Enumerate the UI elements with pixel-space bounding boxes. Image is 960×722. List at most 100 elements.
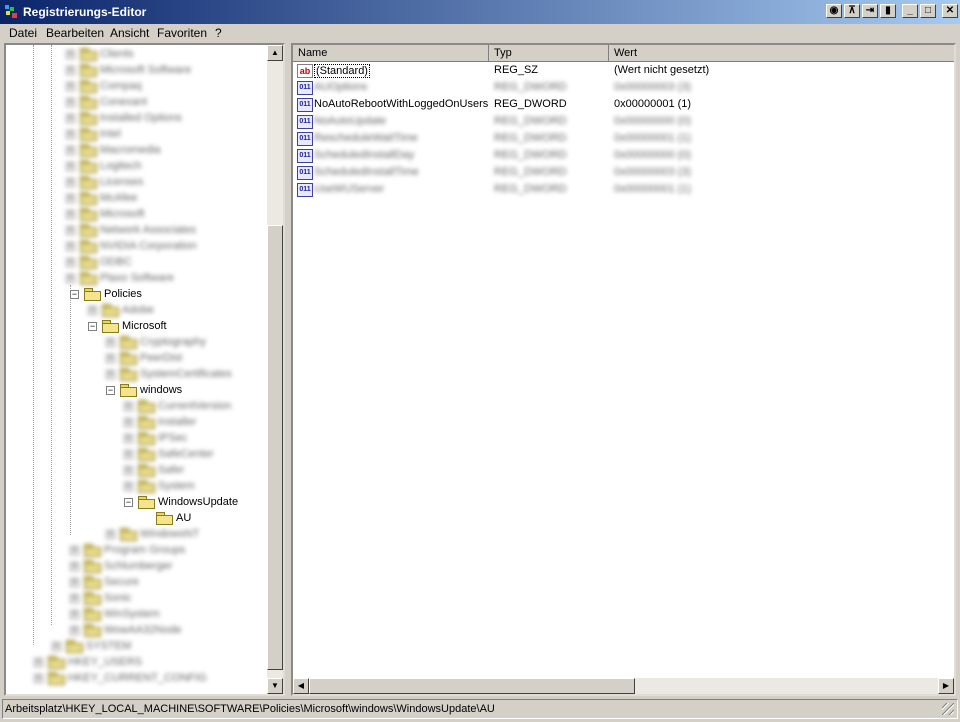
tree-item[interactable]: + Licenses — [66, 174, 143, 190]
tree-item[interactable]: + Macromedia — [66, 142, 161, 158]
menu-ansicht[interactable]: Ansicht — [110, 26, 149, 40]
scroll-down-icon[interactable]: ▼ — [267, 678, 283, 694]
resize-grip-icon[interactable] — [942, 703, 954, 715]
scroll-left-icon[interactable]: ◀ — [293, 678, 309, 694]
tree-item[interactable]: + SafeCenter — [124, 446, 214, 462]
tree-item[interactable]: + Microsoft — [66, 206, 145, 222]
tree-item[interactable]: + Sonic — [70, 590, 132, 606]
tree-item[interactable]: + Program Groups — [70, 542, 185, 558]
tree-item[interactable]: + SystemCertificates — [106, 366, 232, 382]
folder-icon — [48, 656, 65, 669]
minimize-button[interactable]: _ — [902, 4, 918, 18]
column-header-value[interactable]: Wert — [609, 45, 954, 62]
tree-item[interactable]: + PeerDist — [106, 350, 182, 366]
menu-help[interactable]: ? — [215, 26, 222, 40]
tree-item[interactable]: + Network Associates — [66, 222, 196, 238]
tree-item[interactable]: + Schlumberger — [70, 558, 172, 574]
tree-item[interactable]: + ODBC — [66, 254, 132, 270]
tree-item[interactable]: + NVIDIA Corporation — [66, 238, 197, 254]
folder-icon — [80, 64, 97, 77]
tree-item[interactable]: + Plaxo Software — [66, 270, 174, 286]
scroll-thumb[interactable] — [309, 678, 635, 694]
tree-item[interactable]: + Logitech — [66, 158, 142, 174]
tree-item-microsoft[interactable]: − Microsoft — [88, 318, 167, 334]
registry-editor-icon — [5, 5, 17, 18]
tree-item[interactable]: + Installed Options — [66, 110, 182, 126]
folder-icon — [80, 240, 97, 253]
collapse-icon[interactable]: − — [124, 497, 133, 507]
folder-icon — [138, 464, 155, 477]
list-row[interactable]: 011 NoAutoUpdate REG_DWORD 0x00000000 (0… — [293, 114, 953, 131]
maximize-button[interactable]: □ — [920, 4, 936, 18]
dword-value-icon: 011 — [297, 115, 313, 129]
tree-item[interactable]: + WindowsNT — [106, 526, 199, 542]
shell-extension-icon[interactable]: ◉ — [826, 4, 842, 18]
window-title: Registrierungs-Editor — [23, 5, 147, 19]
column-header-type[interactable]: Typ — [489, 45, 609, 62]
menu-bearbeiten[interactable]: Bearbeiten — [46, 26, 104, 40]
scroll-right-icon[interactable]: ▶ — [938, 678, 954, 694]
pin-icon[interactable]: ⇥ — [862, 4, 878, 18]
list-row[interactable]: 011 ScheduledInstallDay REG_DWORD 0x0000… — [293, 148, 953, 165]
folder-icon — [80, 272, 97, 285]
list-row[interactable]: ab (Standard) REG_SZ (Wert nicht gesetzt… — [293, 63, 953, 80]
tree-item[interactable]: + WowAA32Node — [70, 622, 181, 638]
list-row[interactable]: 011 UseWUServer REG_DWORD 0x00000001 (1) — [293, 182, 953, 199]
folder-icon — [80, 224, 97, 237]
folder-open-icon — [120, 384, 137, 397]
tree-item[interactable]: + Installer — [124, 414, 197, 430]
column-header-name[interactable]: Name — [293, 45, 489, 62]
folder-icon — [120, 336, 137, 349]
tree-item[interactable]: + System — [124, 478, 195, 494]
folder-icon — [84, 544, 101, 557]
tree-item[interactable]: + Secure — [70, 574, 139, 590]
tree-item[interactable]: + HKEY_CURRENT_CONFIG — [34, 670, 207, 686]
tree-item[interactable]: + WinSystem — [70, 606, 160, 622]
tree-item[interactable]: + IPSec — [124, 430, 187, 446]
list-row[interactable]: 011 AUOptions REG_DWORD 0x00000003 (3) — [293, 80, 953, 97]
tree-item[interactable]: + CurrentVersion — [124, 398, 231, 414]
tree-item[interactable]: + SYSTEM — [52, 638, 131, 654]
collapse-icon[interactable]: − — [88, 321, 97, 331]
scroll-thumb[interactable] — [267, 225, 283, 670]
list-row[interactable]: 011 ScheduledInstallTime REG_DWORD 0x000… — [293, 165, 953, 182]
close-button[interactable]: ✕ — [942, 4, 958, 18]
list-row[interactable]: 011 NoAutoRebootWithLoggedOnUsers REG_DW… — [293, 97, 953, 114]
tree-item[interactable]: + Compaq — [66, 78, 142, 94]
values-list[interactable]: Name Typ Wert ab (Standard) REG_SZ (Wert… — [291, 43, 956, 696]
tree-item[interactable]: + HKEY_USERS — [34, 654, 142, 670]
folder-icon — [138, 416, 155, 429]
tray-icon[interactable]: ▮ — [880, 4, 896, 18]
status-path: Arbeitsplatz\HKEY_LOCAL_MACHINE\SOFTWARE… — [5, 703, 495, 715]
string-value-icon: ab — [297, 64, 313, 78]
menu-favoriten[interactable]: Favoriten — [157, 26, 207, 40]
tree-item-windowsupdate[interactable]: − WindowsUpdate — [124, 494, 238, 510]
tree-item[interactable]: + Microsoft Software — [66, 62, 191, 78]
folder-icon — [80, 160, 97, 173]
folder-icon — [80, 192, 97, 205]
tree-item[interactable]: + Conexant — [66, 94, 147, 110]
tree-item-policies[interactable]: − Policies — [70, 286, 142, 302]
tree-vertical-scrollbar[interactable]: ▲ ▼ — [267, 45, 283, 694]
menu-datei[interactable]: Datei — [9, 26, 37, 40]
folder-icon — [102, 304, 119, 317]
list-horizontal-scrollbar[interactable]: ◀ ▶ — [293, 678, 954, 694]
collapse-icon[interactable]: − — [106, 385, 115, 395]
tree-item[interactable]: + Intel — [66, 126, 121, 142]
title-bar: Registrierungs-Editor ◉ ⊼ ⇥ ▮ _ □ ✕ — [0, 0, 960, 24]
folder-open-icon — [156, 512, 173, 525]
collapse-icon[interactable]: − — [70, 289, 79, 299]
tree-item[interactable]: + Clients — [66, 46, 134, 62]
tree-item[interactable]: + Safer — [124, 462, 184, 478]
scroll-up-icon[interactable]: ▲ — [267, 45, 283, 61]
folder-icon — [80, 80, 97, 93]
registry-tree[interactable]: + Clients + Microsoft Software + Compaq + Co… — [4, 43, 285, 696]
tree-item-windows[interactable]: − windows — [106, 382, 182, 398]
tree-item-au[interactable]: AU — [156, 510, 191, 526]
tree-item[interactable]: + McAfee — [66, 190, 137, 206]
menu-bar: Datei Bearbeiten Ansicht Favoriten ? — [0, 24, 960, 42]
tree-item[interactable]: + Cryptography — [106, 334, 206, 350]
roll-up-icon[interactable]: ⊼ — [844, 4, 860, 18]
list-row[interactable]: 011 RescheduleWaitTime REG_DWORD 0x00000… — [293, 131, 953, 148]
tree-item[interactable]: + Adobe — [88, 302, 154, 318]
